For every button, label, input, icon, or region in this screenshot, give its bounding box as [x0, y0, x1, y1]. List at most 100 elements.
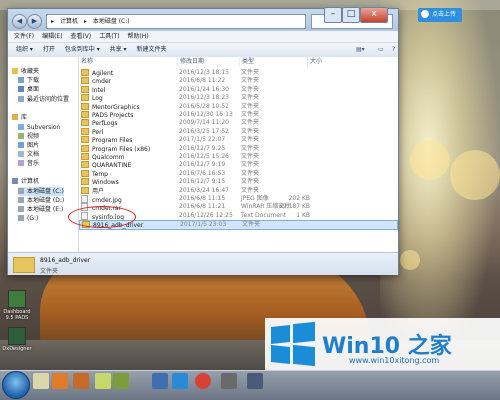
file-row[interactable]: Perl 2016/3/25 17:52 文件夹	[79, 127, 398, 136]
address-bar[interactable]: ▸ 计算机 ▸ 本地磁盘 (C:)	[46, 14, 306, 29]
file-row[interactable]: Log 2016/12/3 18:23 文件夹	[79, 94, 398, 102]
start-button[interactable]	[2, 371, 30, 399]
document-icon	[18, 151, 24, 157]
folder-icon	[81, 94, 89, 102]
file-date: 2016/12/7 9:25	[179, 144, 226, 152]
taskbar-terminal-icon[interactable]	[247, 373, 263, 389]
file-row[interactable]: cmder 2016/6/8 11:22 文件夹	[79, 77, 398, 85]
taskbar-explorer-icon[interactable]	[33, 373, 49, 389]
file-row[interactable]: Qualcomm 2016/12/5 15:26 文件夹	[79, 153, 398, 161]
folder-icon	[81, 85, 89, 93]
preview-pane-icon[interactable]: ▭	[378, 43, 384, 57]
desktop-icon-dashboard[interactable]: Dashboard 9.5 PADS	[2, 290, 32, 321]
nav-item-label: 本地磁盘 (D:)	[27, 197, 65, 204]
menu-tools[interactable]: 工具(T)	[99, 31, 119, 42]
organize-button[interactable]: 组织 ▾	[16, 43, 33, 57]
nav-item-recent[interactable]: 最近访问的位置	[18, 95, 69, 104]
share-button[interactable]: 共享 ▾	[110, 43, 127, 57]
minimize-button[interactable]: –	[324, 7, 342, 23]
taskbar-app2-icon[interactable]	[113, 373, 129, 389]
nav-item-drive[interactable]: 本地磁盘 (C:)	[18, 187, 64, 196]
file-type: 文件夹	[241, 77, 260, 85]
column-header-type[interactable]: 类型	[239, 57, 307, 67]
file-row[interactable]: Windows 2016/12/7 9:15 文件夹	[79, 178, 398, 186]
file-row[interactable]: PerfLogs 2009/7/14 11:20 文件夹	[79, 119, 398, 127]
help-icon[interactable]: ?	[392, 43, 395, 57]
new-folder-button[interactable]: 新建文件夹	[136, 43, 166, 57]
nav-item-label: 本地磁盘 (C:)	[27, 188, 64, 195]
drive-icon	[18, 206, 24, 212]
nav-item-document[interactable]: 文档	[18, 150, 39, 159]
file-name: Program Files	[92, 137, 133, 145]
nav-item-computer[interactable]: 计算机	[12, 177, 39, 186]
nav-item-label: 本地磁盘 (E:)	[27, 206, 64, 213]
file-row[interactable]: Intel 2016/1/24 16:30 文件夹	[79, 85, 398, 94]
nav-item-desktop[interactable]: 桌面	[18, 85, 39, 94]
nav-item-picture[interactable]: 图片	[18, 141, 39, 150]
file-type: 文件夹	[241, 111, 260, 118]
file-date: 2016/12/5 15:26	[179, 153, 229, 160]
file-row[interactable]: 用户 2016/3/24 16:47 文件夹	[79, 186, 398, 195]
file-date: 2016/12/3 18:23	[179, 94, 229, 102]
nav-item-download[interactable]: 下载	[18, 76, 39, 85]
maximize-button[interactable]: □	[342, 7, 360, 23]
column-header-size[interactable]: 大小	[307, 57, 390, 67]
column-header-date[interactable]: 修改日期	[177, 57, 240, 67]
nav-item-drive[interactable]: 本地磁盘 (D:)	[18, 196, 64, 205]
navigation-pane: 收藏夹 下载 桌面 最近访问的位置库 Subversion 视频 图片 文档 音乐计算机本地磁盘…	[8, 57, 79, 252]
folder-icon	[81, 169, 89, 177]
nav-item-video[interactable]: 视频	[18, 132, 39, 141]
nav-item-library[interactable]: 库	[12, 113, 27, 122]
column-header-name[interactable]: 名称	[79, 57, 176, 67]
nav-item-subversion[interactable]: Subversion	[18, 123, 60, 132]
file-row[interactable]: Temp 2016/7/6 16:53 文件夹	[79, 169, 398, 178]
file-type: 文件夹	[242, 221, 261, 229]
file-date: 2016/7/6 16:53	[179, 169, 226, 177]
desktop-icon	[18, 86, 24, 92]
picture-icon	[18, 142, 24, 148]
file-type: 文件夹	[241, 161, 260, 169]
taskbar-mail-icon[interactable]	[152, 373, 168, 389]
file-row[interactable]: Program Files 2017/1/5 22:07 文件夹	[79, 136, 398, 144]
nav-item-drive[interactable]: (G:)	[18, 214, 38, 223]
file-row[interactable]: PADS Projects 2016/12/30 16:13 文件夹	[79, 111, 398, 119]
address-root[interactable]: ▸	[51, 18, 54, 25]
taskbar-app-icon[interactable]	[73, 373, 89, 389]
nav-item-drive[interactable]: 本地磁盘 (E:)	[18, 205, 63, 214]
taskbar-tool-icon[interactable]	[221, 373, 237, 389]
close-button[interactable]: x	[360, 7, 388, 23]
menu-help[interactable]: 帮助(H)	[127, 31, 148, 42]
upload-badge[interactable]: 点击上传	[418, 8, 462, 22]
file-date: 2016/12/7 9:15	[179, 178, 226, 186]
file-row[interactable]: Program Files (x86) 2016/12/7 9:25 文件夹	[79, 144, 398, 153]
wallpaper-orb	[400, 250, 420, 270]
file-type: 文件夹	[241, 127, 260, 135]
open-button[interactable]: 打开	[43, 43, 55, 57]
folder-icon	[81, 69, 89, 76]
nav-item-music[interactable]: 音乐	[18, 159, 39, 168]
taskbar-media-icon[interactable]	[52, 373, 68, 389]
menu-file[interactable]: 文件(F)	[14, 31, 34, 42]
taskbar-lambda-icon[interactable]	[95, 373, 111, 389]
file-row[interactable]: QUARANTINE 2016/12/7 9:19 文件夹	[79, 161, 398, 169]
address-segment-computer[interactable]: 计算机	[60, 18, 78, 25]
file-size: 69,187 KB	[279, 203, 310, 211]
file-row[interactable]: Agilent 2016/12/3 18:15 文件夹	[79, 69, 398, 77]
desktop-icon-dxdesigner[interactable]: DxDesigner	[2, 327, 32, 352]
taskbar-chrome-icon[interactable]	[195, 373, 211, 389]
forward-button[interactable]: ▶	[27, 14, 42, 29]
include-in-library-button[interactable]: 包含到库中 ▾	[65, 43, 100, 57]
file-row[interactable]: MentorGraphics 2016/5/28 10:52 文件夹	[79, 102, 398, 111]
menu-view[interactable]: 查看(V)	[70, 31, 91, 42]
taskbar-cloud-icon[interactable]	[172, 373, 188, 389]
details-type: 文件夹	[40, 268, 59, 275]
address-segment-drive[interactable]: 本地磁盘 (C:)	[93, 18, 130, 25]
file-name: PerfLogs	[92, 120, 118, 128]
back-button[interactable]: ◀	[12, 14, 27, 29]
view-options-icon[interactable]: ▤▾	[356, 43, 365, 57]
file-row[interactable]: cmder.jpg 2016/6/8 11:15 JPEG 图像 202 KB	[79, 195, 398, 204]
menu-edit[interactable]: 编辑(E)	[42, 31, 62, 42]
file-date: 2016/12/30 16:13	[179, 111, 233, 118]
title-bar[interactable]: ◀ ▶ ▸ 计算机 ▸ 本地磁盘 (C:) – □ x	[8, 7, 398, 31]
nav-item-star[interactable]: 收藏夹	[12, 67, 39, 76]
